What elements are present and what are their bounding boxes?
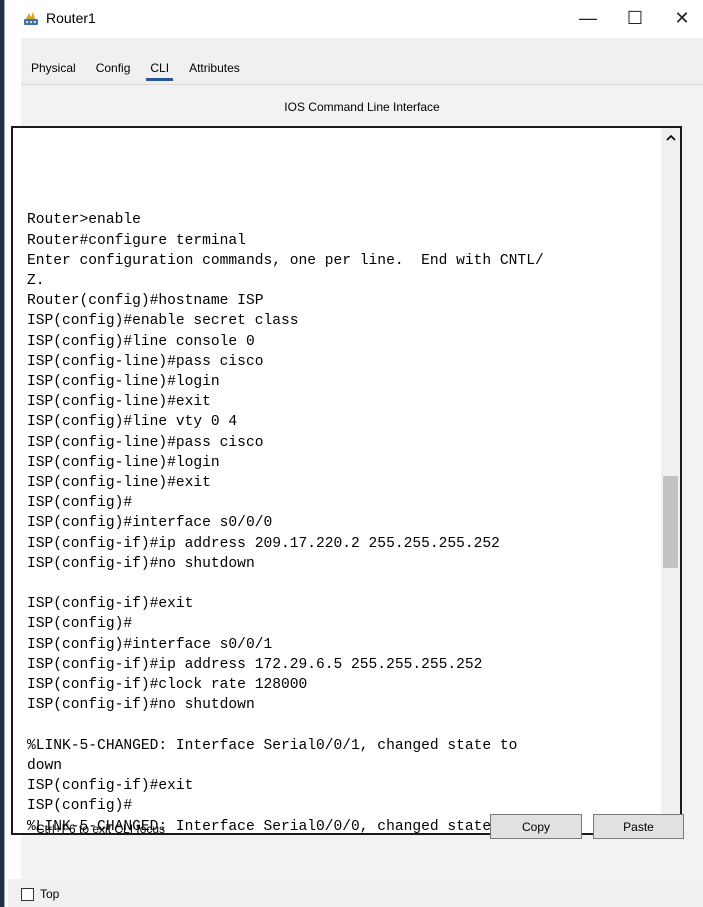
window-title: Router1 xyxy=(46,10,96,26)
terminal-scrollbar[interactable] xyxy=(661,128,680,833)
tab-divider xyxy=(21,84,703,85)
title-bar[interactable]: Router1 — ☐ ✕ xyxy=(8,0,703,38)
tab-cli[interactable]: CLI xyxy=(140,54,179,82)
cli-output[interactable]: Router>enable Router#configure terminal … xyxy=(27,170,639,837)
minimize-button[interactable]: — xyxy=(568,4,608,32)
window-left-edge-highlight xyxy=(4,0,5,907)
top-checkbox[interactable] xyxy=(21,888,34,901)
bottom-bar xyxy=(8,879,703,907)
cli-focus-hint: Ctrl+F6 to exit CLI focus xyxy=(36,822,166,836)
cli-heading: IOS Command Line Interface xyxy=(284,100,440,114)
router-icon xyxy=(22,10,40,28)
tab-bar: Physical Config CLI Attributes xyxy=(21,54,250,82)
scrollbar-thumb[interactable] xyxy=(663,476,678,568)
paste-button[interactable]: Paste xyxy=(593,814,684,839)
copy-button[interactable]: Copy xyxy=(490,814,582,839)
close-button[interactable]: ✕ xyxy=(662,4,702,32)
tab-physical[interactable]: Physical xyxy=(21,54,86,82)
top-label: Top xyxy=(40,887,60,901)
cli-terminal[interactable]: Router>enable Router#configure terminal … xyxy=(11,126,682,835)
tab-config[interactable]: Config xyxy=(86,54,141,82)
maximize-button[interactable]: ☐ xyxy=(615,4,655,32)
device-window-client: Physical Config CLI Attributes IOS Comma… xyxy=(11,38,703,879)
tab-attributes[interactable]: Attributes xyxy=(179,54,250,82)
scroll-up-arrow-icon[interactable] xyxy=(661,128,680,146)
